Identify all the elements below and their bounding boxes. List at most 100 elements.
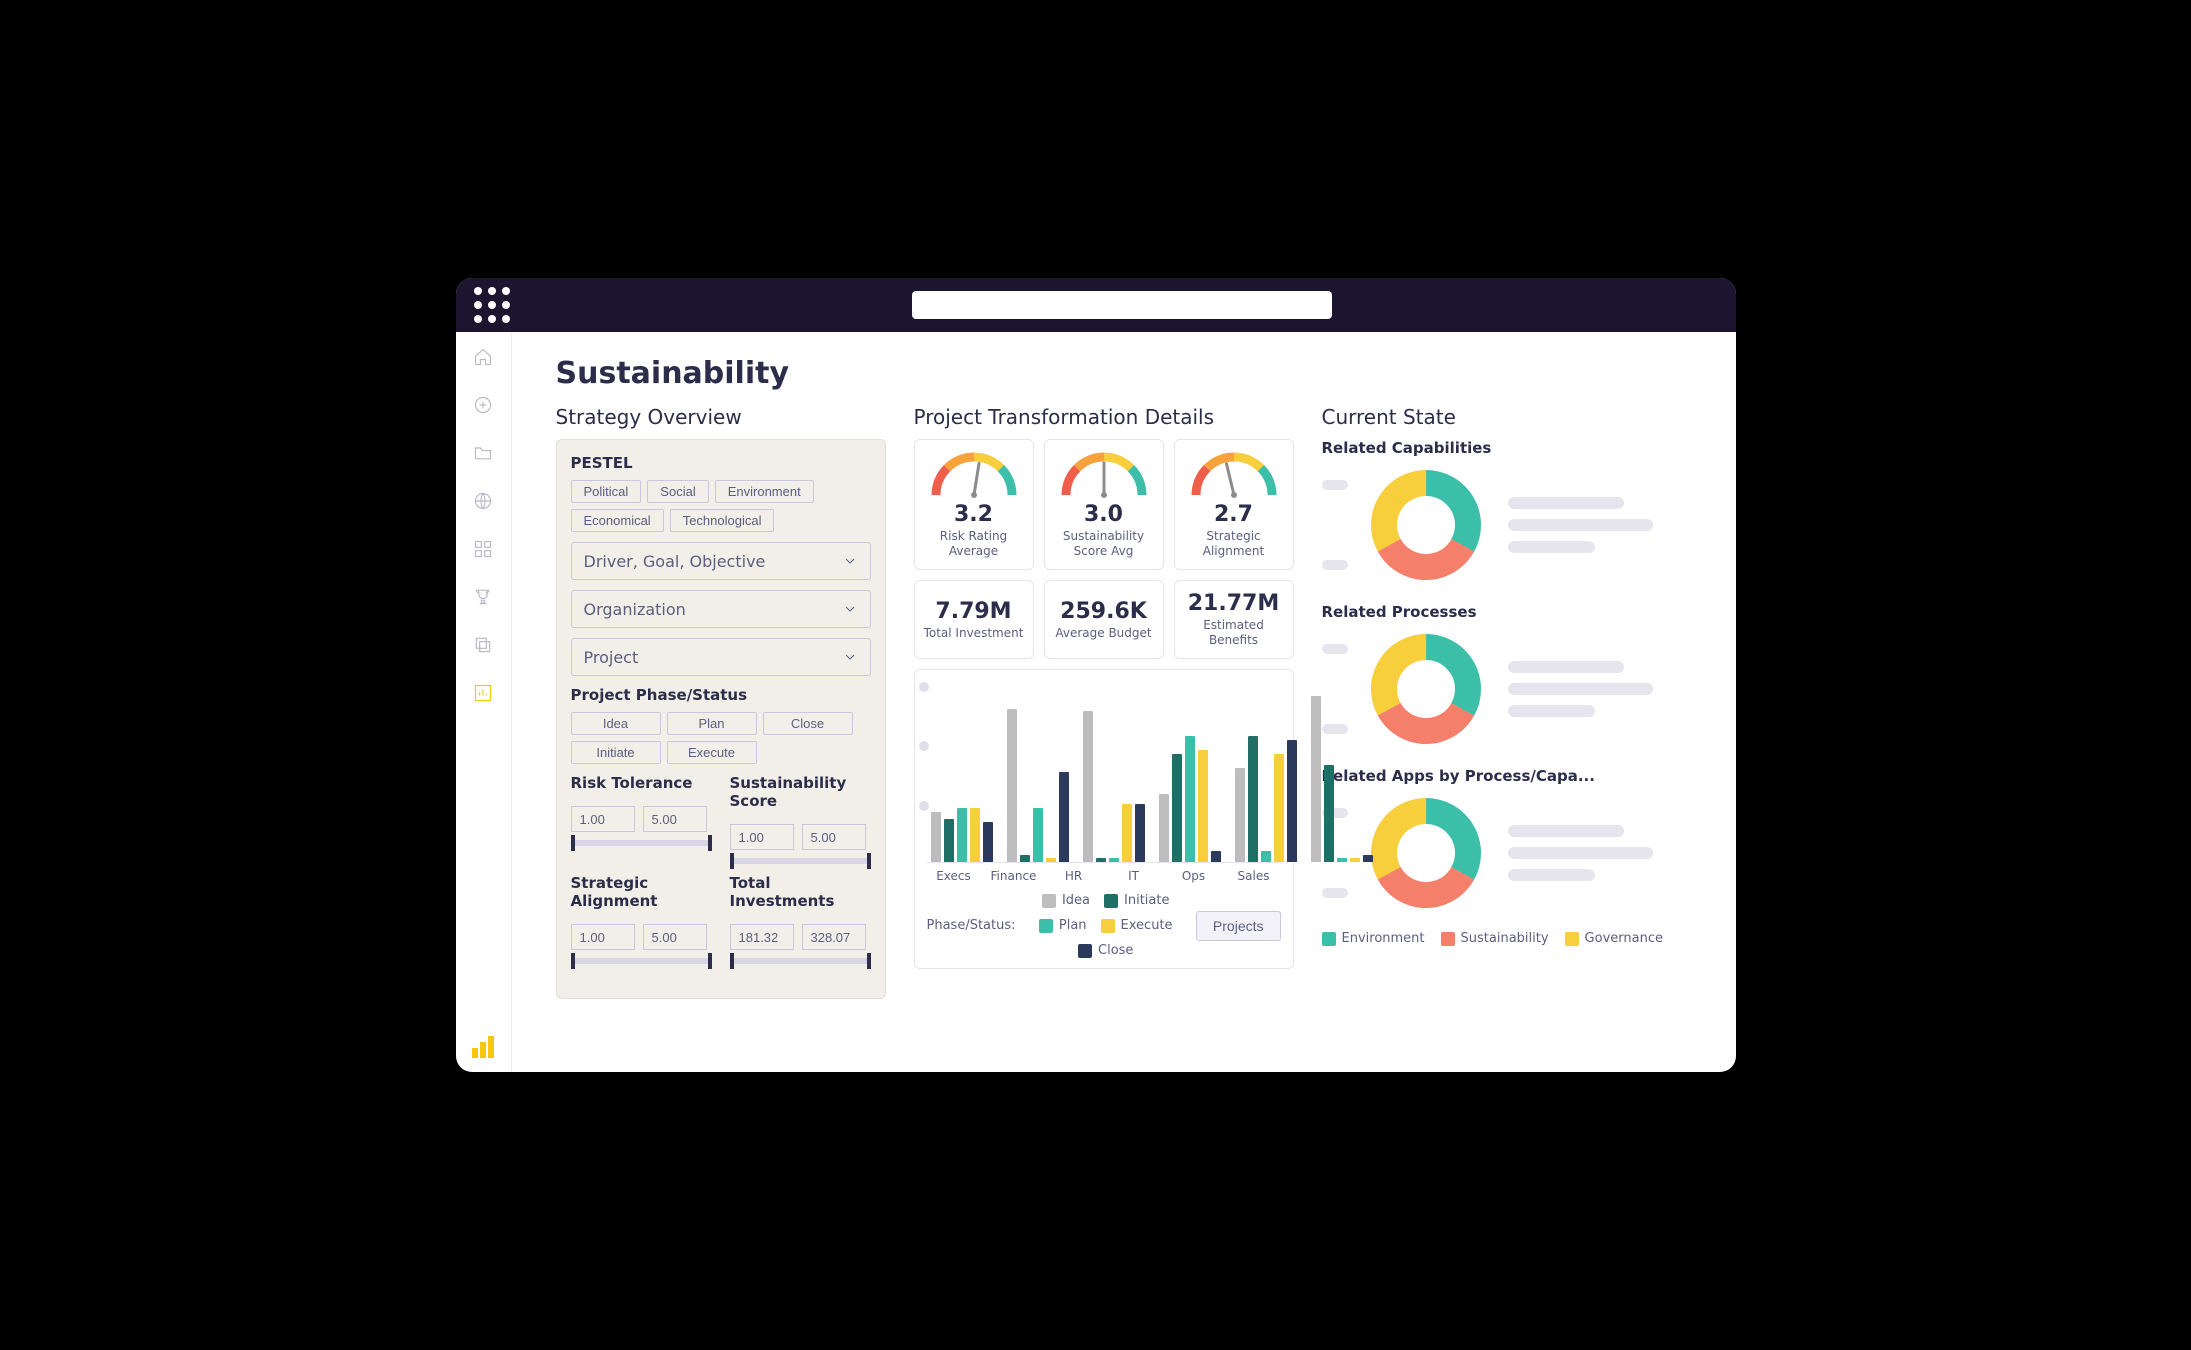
app-grid-icon[interactable]: [474, 287, 510, 323]
invest-max-input[interactable]: [802, 924, 866, 950]
sust-max-input[interactable]: [802, 824, 866, 850]
pestel-environment[interactable]: Environment: [715, 480, 814, 503]
skeleton-lines: [1508, 497, 1702, 553]
select-driver-label: Driver, Goal, Objective: [584, 552, 766, 571]
legend-item: Sustainability: [1441, 931, 1549, 946]
pestel-economical[interactable]: Economical: [571, 509, 664, 532]
strat-max-input[interactable]: [643, 924, 707, 950]
strategy-heading: Strategy Overview: [556, 405, 886, 429]
bar: [1020, 855, 1030, 862]
add-icon[interactable]: [472, 394, 494, 416]
page-title: Sustainability: [556, 356, 1702, 391]
range-sust-label: Sustainability Score: [730, 774, 871, 810]
bar: [1083, 711, 1093, 862]
skeleton-lines: [1508, 661, 1702, 717]
bar: [1311, 696, 1321, 862]
invest-min-input[interactable]: [730, 924, 794, 950]
chevron-down-icon: [842, 649, 858, 665]
globe-icon[interactable]: [472, 490, 494, 512]
bar: [1046, 858, 1056, 862]
bar: [1261, 851, 1271, 862]
x-label: Execs: [931, 869, 977, 883]
bar: [1350, 858, 1360, 862]
phase-execute[interactable]: Execute: [667, 741, 757, 764]
range-strat-label: Strategic Alignment: [571, 874, 712, 910]
gauge-1: 3.0 Sustainability Score Avg: [1044, 439, 1164, 570]
donut-legend: EnvironmentSustainabilityGovernance: [1322, 931, 1702, 946]
risk-max-input[interactable]: [643, 806, 707, 832]
invest-slider[interactable]: [730, 958, 871, 964]
legend-item: Plan: [1039, 918, 1087, 933]
strat-min-input[interactable]: [571, 924, 635, 950]
bar-group-execs: [931, 808, 993, 862]
trophy-icon[interactable]: [472, 586, 494, 608]
risk-min-input[interactable]: [571, 806, 635, 832]
legend-item: Close: [1078, 943, 1133, 958]
chart-nav-icon[interactable]: [472, 682, 494, 704]
bar-group-sales: [1311, 696, 1373, 862]
bar: [1363, 855, 1373, 862]
range-sustainability: Sustainability Score: [730, 774, 871, 864]
related-title: Related Capabilities: [1322, 439, 1702, 457]
phase-plan[interactable]: Plan: [667, 712, 757, 735]
risk-slider[interactable]: [571, 840, 712, 846]
stat-0: 7.79M Total Investment: [914, 580, 1034, 659]
gauge-row: 3.2 Risk Rating Average 3.0 Sustainabili…: [914, 439, 1294, 570]
select-driver[interactable]: Driver, Goal, Objective: [571, 542, 871, 580]
phase-initiate[interactable]: Initiate: [571, 741, 661, 764]
select-project[interactable]: Project: [571, 638, 871, 676]
gauge-label: Risk Rating Average: [921, 529, 1027, 559]
url-bar[interactable]: [912, 291, 1332, 319]
range-investments: Total Investments: [730, 874, 871, 964]
stat-label: Total Investment: [924, 626, 1024, 641]
chevron-down-icon: [842, 601, 858, 617]
range-strategic: Strategic Alignment: [571, 874, 712, 964]
bar: [1185, 736, 1195, 862]
strat-slider[interactable]: [571, 958, 712, 964]
pestel-chips: Political Social Environment Economical …: [571, 480, 871, 532]
nav-rail: [456, 332, 512, 1072]
sust-slider[interactable]: [730, 858, 871, 864]
x-label: IT: [1111, 869, 1157, 883]
browser-window: Sustainability Strategy Overview PESTEL …: [456, 278, 1736, 1072]
bar: [970, 808, 980, 862]
legend-title: Phase/Status:: [927, 918, 1016, 933]
pestel-technological[interactable]: Technological: [670, 509, 775, 532]
bar: [944, 819, 954, 862]
bar: [1211, 851, 1221, 862]
legend-item: Execute: [1101, 918, 1173, 933]
x-label: Finance: [991, 869, 1037, 883]
chevron-down-icon: [842, 553, 858, 569]
legend-item: Idea: [1042, 893, 1090, 908]
sust-min-input[interactable]: [730, 824, 794, 850]
phase-idea[interactable]: Idea: [571, 712, 661, 735]
phase-close[interactable]: Close: [763, 712, 853, 735]
select-organization[interactable]: Organization: [571, 590, 871, 628]
pestel-political[interactable]: Political: [571, 480, 642, 503]
range-invest-label: Total Investments: [730, 874, 871, 910]
bar: [957, 808, 967, 862]
current-state-column: Current State Related Capabilities Relat…: [1322, 405, 1702, 1048]
phase-chart: ExecsFinanceHRITOpsSales Phase/Status: I…: [914, 669, 1294, 969]
phase-legend: Idea Initiate Plan Execute Close: [1026, 893, 1186, 958]
bar: [1248, 736, 1258, 862]
gauge-value: 2.7: [1214, 502, 1253, 527]
range-risk-label: Risk Tolerance: [571, 774, 712, 792]
legend-item: Initiate: [1104, 893, 1169, 908]
gauge-value: 3.0: [1084, 502, 1123, 527]
bar: [1337, 858, 1347, 862]
transformation-heading: Project Transformation Details: [914, 405, 1294, 429]
apps-icon[interactable]: [472, 538, 494, 560]
legend-item: Environment: [1322, 931, 1425, 946]
pestel-label: PESTEL: [571, 454, 871, 472]
bar-group-ops: [1235, 736, 1297, 862]
home-icon[interactable]: [472, 346, 494, 368]
bar: [931, 812, 941, 862]
folder-icon[interactable]: [472, 442, 494, 464]
projects-button[interactable]: Projects: [1196, 911, 1281, 941]
bar-group-finance: [1007, 709, 1069, 862]
bar: [1096, 858, 1106, 862]
pestel-social[interactable]: Social: [647, 480, 708, 503]
layers-icon[interactable]: [472, 634, 494, 656]
bar: [1059, 772, 1069, 862]
